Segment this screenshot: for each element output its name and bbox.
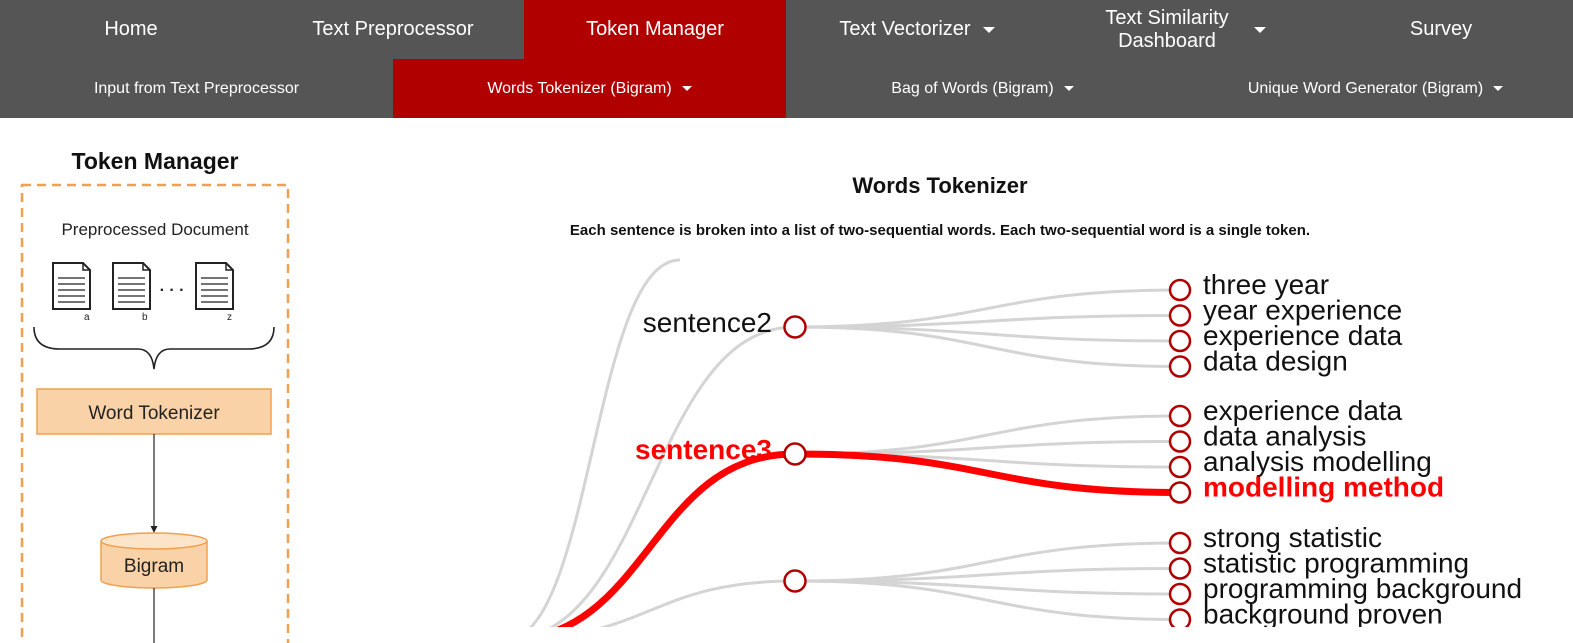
token-tree: three yearyear experienceexperience data… <box>528 258 1522 628</box>
sentence-node[interactable] <box>783 569 807 593</box>
token-node[interactable] <box>1168 531 1192 555</box>
token-node[interactable] <box>1168 557 1192 580</box>
tree-link <box>794 567 1181 583</box>
token-node[interactable] <box>1168 608 1192 628</box>
token-node[interactable] <box>1168 329 1192 353</box>
token-node[interactable] <box>1168 455 1192 479</box>
token-node[interactable] <box>1168 304 1192 327</box>
token-node[interactable] <box>1168 430 1192 453</box>
token-node[interactable] <box>1168 582 1192 606</box>
token-node[interactable] <box>1168 355 1192 378</box>
tree-link <box>794 314 1181 329</box>
sentence-label: sentence2 <box>643 307 772 338</box>
token-node[interactable] <box>1168 404 1192 428</box>
token-label: background proven <box>1203 599 1443 628</box>
sentence-node[interactable] <box>783 442 807 466</box>
sentence-label: sentence3 <box>635 434 772 465</box>
token-label: modelling method <box>1203 472 1444 503</box>
token-node[interactable] <box>1168 481 1192 504</box>
token-node[interactable] <box>1168 278 1192 302</box>
sentence-node[interactable] <box>783 315 807 339</box>
tree-link <box>599 579 796 627</box>
token-label: data design <box>1203 346 1348 377</box>
